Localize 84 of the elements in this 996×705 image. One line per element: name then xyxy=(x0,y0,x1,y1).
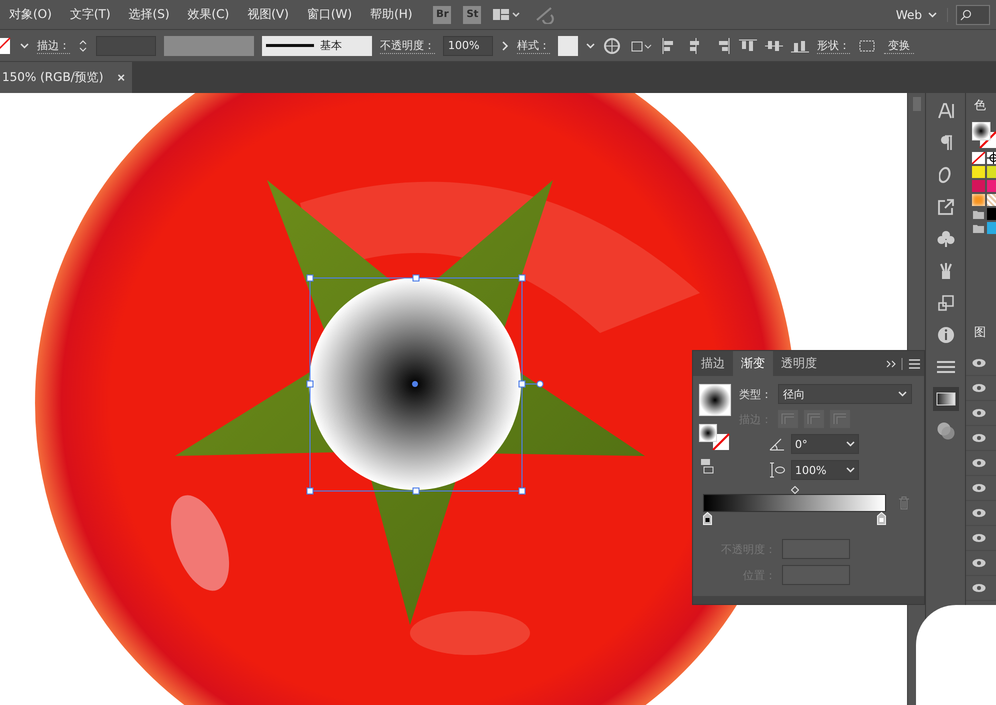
fill-stroke-swatch-icon[interactable] xyxy=(699,424,731,450)
stop-opacity-field[interactable] xyxy=(782,539,850,559)
document-title: 150% (RGB/预览) xyxy=(2,69,104,86)
eye-icon[interactable] xyxy=(972,433,986,443)
gradient-icon[interactable] xyxy=(936,392,956,406)
eye-icon[interactable] xyxy=(972,508,986,518)
folder-icon[interactable] xyxy=(972,208,985,220)
stroke-label: 描边： xyxy=(37,38,70,54)
eye-icon[interactable] xyxy=(972,358,986,368)
gradient-preview-swatch[interactable] xyxy=(699,384,731,416)
eye-icon[interactable] xyxy=(972,533,986,543)
menu-item[interactable]: 视图(V) xyxy=(238,6,298,23)
transform-button[interactable]: 变换 xyxy=(884,38,914,54)
stroke-weight-field[interactable] xyxy=(96,36,156,56)
opacity-field[interactable]: 100% xyxy=(443,36,493,56)
eye-icon[interactable] xyxy=(972,583,986,593)
menu-item[interactable]: 窗口(W) xyxy=(298,6,362,23)
eye-icon[interactable] xyxy=(972,458,986,468)
chevron-down-icon xyxy=(846,467,855,473)
layers-panel-title[interactable]: 图 xyxy=(966,324,996,341)
chevron-right-icon[interactable] xyxy=(501,40,509,50)
stepper-icon[interactable] xyxy=(78,38,88,54)
shape-label: 形状： xyxy=(817,38,850,54)
club-icon[interactable] xyxy=(936,230,954,248)
style-swatch[interactable] xyxy=(558,36,578,56)
menu-item[interactable]: 对象(O) xyxy=(0,6,61,23)
angle-field[interactable]: 0° xyxy=(791,434,859,454)
style-label: 样式： xyxy=(517,38,550,54)
transparency-icon[interactable] xyxy=(936,421,956,441)
type-label: 类型： xyxy=(739,386,772,402)
folder-icon[interactable] xyxy=(972,222,985,234)
none-swatch[interactable] xyxy=(972,152,985,164)
bounding-box-icon[interactable] xyxy=(858,38,876,52)
color-stop[interactable] xyxy=(877,512,886,525)
line-icon xyxy=(266,44,314,47)
character-icon[interactable] xyxy=(936,102,954,120)
gradient-slider[interactable] xyxy=(703,494,886,512)
fill-stroke-icon[interactable] xyxy=(0,36,12,54)
workspace-switcher[interactable]: Web xyxy=(886,8,948,22)
export-icon[interactable] xyxy=(936,198,954,216)
chevron-down-icon xyxy=(898,391,907,397)
swatches-panel-title[interactable]: 色 xyxy=(966,97,996,114)
fill-stroke-swatch-icon[interactable] xyxy=(972,122,996,148)
app-launcher-button[interactable]: Br xyxy=(433,6,452,24)
aspect-ratio-field[interactable]: 100% xyxy=(791,460,859,480)
align-icon[interactable] xyxy=(739,38,757,54)
color-swatch[interactable] xyxy=(972,166,985,178)
chevron-down-icon xyxy=(928,12,937,18)
menu-icon[interactable] xyxy=(936,360,954,374)
eye-icon[interactable] xyxy=(972,483,986,493)
panel-tab[interactable]: 渐变 xyxy=(733,351,773,376)
chevron-down-icon xyxy=(846,441,855,447)
eye-icon[interactable] xyxy=(972,383,986,393)
search-icon xyxy=(960,8,972,20)
app-launcher-button[interactable]: St xyxy=(463,6,482,24)
chevron-down-icon xyxy=(586,42,595,48)
eye-icon[interactable] xyxy=(972,408,986,418)
midpoint-diamond-icon[interactable] xyxy=(791,486,799,494)
color-swatch[interactable] xyxy=(972,180,985,192)
color-stop[interactable] xyxy=(703,512,712,525)
search-field[interactable] xyxy=(956,4,990,24)
info-icon[interactable] xyxy=(936,326,954,344)
menu-item[interactable]: 选择(S) xyxy=(120,6,178,23)
menu-item[interactable]: 帮助(H) xyxy=(361,6,422,23)
reverse-gradient-icon[interactable] xyxy=(699,458,715,474)
layout-grid-icon[interactable] xyxy=(493,8,522,22)
gradient-type-dropdown[interactable]: 径向 xyxy=(778,384,912,404)
stroke-style-dropdown[interactable]: 基本 xyxy=(262,36,372,56)
paragraph-icon[interactable] xyxy=(938,134,952,152)
aspect-ratio-icon xyxy=(769,462,785,478)
opacity-label: 不透明度： xyxy=(380,38,435,54)
menu-item[interactable]: 效果(C) xyxy=(178,6,238,23)
gradient-swatch[interactable] xyxy=(972,194,985,206)
angle-icon xyxy=(769,437,785,451)
stop-location-field[interactable] xyxy=(782,565,850,585)
globe-icon[interactable] xyxy=(603,36,621,54)
eye-icon[interactable] xyxy=(972,558,986,568)
artboards-icon[interactable] xyxy=(936,294,954,312)
chevron-down-icon xyxy=(20,42,29,48)
document-tab[interactable]: 150% (RGB/预览) × xyxy=(0,62,132,93)
opentype-icon[interactable] xyxy=(938,166,952,184)
close-tab-button[interactable]: × xyxy=(117,70,125,85)
menu-item[interactable]: 文字(T) xyxy=(60,6,120,23)
variable-width-field[interactable] xyxy=(164,36,254,56)
